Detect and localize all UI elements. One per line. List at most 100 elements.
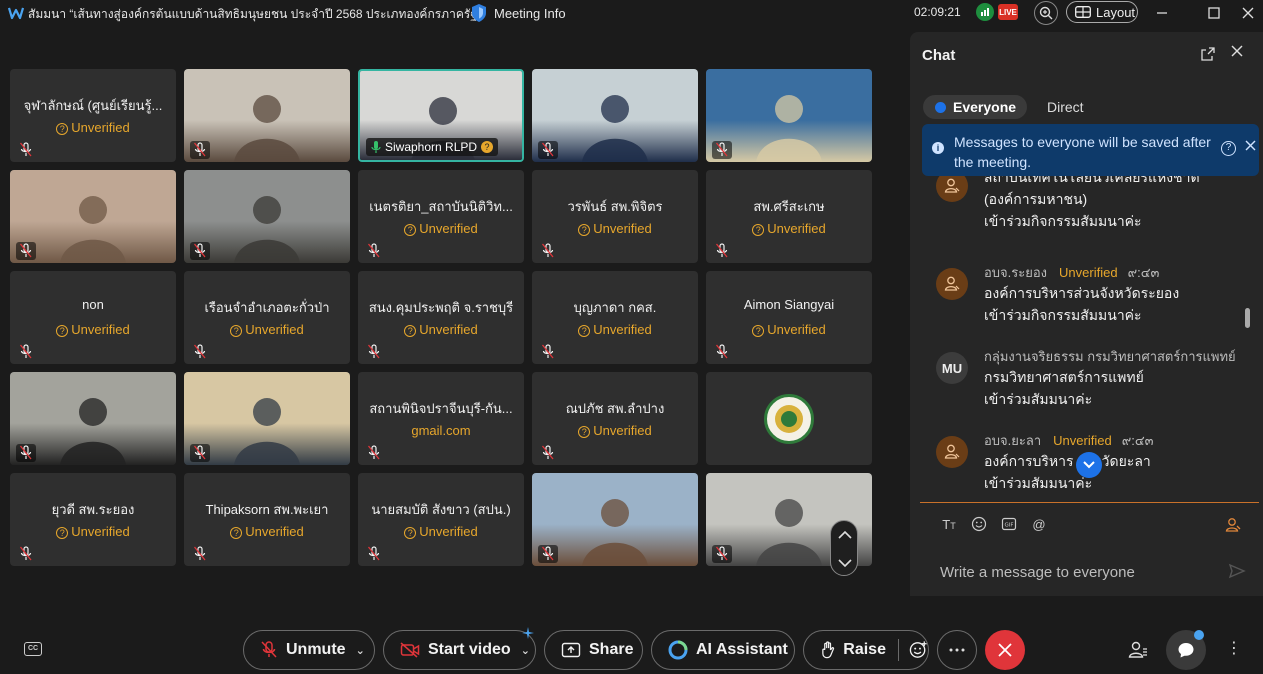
participant-tile[interactable] [184,170,350,263]
participant-name-pill: Siwaphorn RLPD? [366,138,499,156]
close-window-icon[interactable] [1238,3,1258,23]
emoji-icon[interactable] [970,516,988,534]
participant-tile[interactable] [532,473,698,566]
participant-tile[interactable]: Thipaksorn สพ.พะเยา ? Unverified [184,473,350,566]
participant-tile[interactable]: บุญภาดา กคส. ? Unverified [532,271,698,364]
participant-tile[interactable] [706,372,872,465]
participant-tile[interactable]: Siwaphorn RLPD? [358,69,524,162]
participant-tile[interactable] [184,69,350,162]
participant-name: สนง.คุมประพฤติ จ.ราชบุรี [368,300,514,315]
unverified-icon: ? [56,325,69,337]
participant-tile[interactable] [184,372,350,465]
minimize-icon[interactable] [1152,3,1172,23]
participant-tile[interactable]: จุฬาลักษณ์ (ศูนย์เรียนรู้... ? Unverified [10,69,176,162]
reactions-icon[interactable] [909,640,928,660]
pop-out-icon[interactable] [1200,46,1216,62]
sender-avatar[interactable]: MU [936,352,968,384]
chat-title: Chat [922,47,956,64]
unverified-label: ? Unverified [10,322,176,337]
participant-tile[interactable] [706,69,872,162]
webex-logo-icon [8,7,24,20]
participant-name: non [82,297,104,312]
chat-toggle-button[interactable] [1166,630,1206,670]
assign-person-icon[interactable] [1224,516,1242,534]
leave-meeting-button[interactable] [985,630,1025,670]
participant-tile[interactable]: สพ.ศรีสะเกษ ? Unverified [706,170,872,263]
close-chat-icon[interactable] [1228,44,1246,62]
participant-tile[interactable] [10,372,176,465]
dismiss-notice-icon[interactable] [1245,138,1256,156]
title-bar: สัมมนา “เส้นทางสู่องค์กรต้นแบบด้านสิทธิม… [0,0,1263,26]
message-text: (องค์การมหาชน) [984,191,1088,207]
tab-everyone[interactable]: Everyone [923,95,1027,119]
more-vertical-icon[interactable]: ⋮ [1226,638,1242,658]
participant-tile[interactable]: ณปภัช สพ.ลำปาง ? Unverified [532,372,698,465]
tab-direct[interactable]: Direct [1047,99,1084,115]
ellipsis-icon [949,648,965,652]
jump-to-latest-button[interactable] [1076,452,1102,478]
participant-name: ณปภัช สพ.ลำปาง [565,401,665,416]
unverified-label: Unverified [1059,265,1118,280]
start-video-button[interactable]: Start video ⌄ [383,627,536,670]
participant-tile[interactable]: Aimon Siangyai ? Unverified [706,271,872,364]
zoom-icon[interactable] [1034,1,1058,25]
muted-mic-icon [261,641,277,658]
muted-mic-icon [364,545,384,563]
meeting-info-button[interactable]: Meeting Info [470,3,566,23]
unverified-label: ? Unverified [532,423,698,438]
sender-avatar[interactable] [936,176,968,202]
chevron-down-icon[interactable]: ⌄ [356,644,365,657]
participant-tile[interactable]: เรือนจำอำเภอตะกั่วป่า ? Unverified [184,271,350,364]
sender-avatar[interactable] [936,268,968,300]
maximize-icon[interactable] [1204,3,1224,23]
muted-mic-icon [190,343,210,361]
participant-tile[interactable]: เนตรติยา_สถาบันนิติวิท... ? Unverified [358,170,524,263]
message-time: ๙:๔๓ [1127,265,1160,280]
grid-page-scroller[interactable] [830,520,858,576]
send-icon[interactable] [1228,562,1246,580]
chevron-up-icon [838,530,852,539]
participant-tile[interactable] [532,69,698,162]
share-button[interactable]: Share [544,630,643,670]
raise-hand-button[interactable]: Raise [803,630,929,670]
participant-tile[interactable]: สถานพินิจปราจีนบุรี-กัน... gmail.com [358,372,524,465]
message-input[interactable]: Write a message to everyone [940,564,1135,581]
message-header: อบจ.ยะลา Unverified ๙:๔๓ [984,430,1154,451]
muted-mic-icon [538,141,558,159]
share-screen-icon [561,642,581,658]
sender-name: กลุ่มงานจริยธรรม กรมวิทยาศาสตร์การแพทย์ [984,349,1236,364]
help-icon[interactable]: ? [1221,141,1236,156]
mention-icon[interactable]: @ [1030,516,1048,534]
raise-label: Raise [843,641,886,658]
participant-tile[interactable]: นายสมบัติ สังขาว (สปน.) ? Unverified [358,473,524,566]
participant-tile[interactable] [10,170,176,263]
participant-tile[interactable]: สนง.คุมประพฤติ จ.ราชบุรี ? Unverified [358,271,524,364]
unmute-button[interactable]: Unmute ⌄ [243,630,375,670]
unverified-icon: ? [578,224,591,236]
muted-mic-icon [712,545,732,563]
muted-mic-icon [190,141,210,159]
network-signal-icon[interactable] [976,3,994,21]
chevron-down-icon[interactable]: ⌄ [521,644,530,657]
sender-avatar[interactable] [936,436,968,468]
participant-tile[interactable]: non ? Unverified [10,271,176,364]
participant-tile[interactable]: วรพันธ์ สพ.พิจิตร ? Unverified [532,170,698,263]
text-format-icon[interactable]: TT [940,516,958,534]
participant-tile[interactable]: ยุวดี สพ.ระยอง ? Unverified [10,473,176,566]
shield-icon [472,4,486,22]
tab-everyone-label: Everyone [953,99,1017,115]
meeting-title: สัมมนา “เส้นทางสู่องค์กรต้นแบบด้านสิทธิม… [28,7,481,21]
layout-button[interactable]: Layout [1066,1,1138,23]
participant-name: วรพันธ์ สพ.พิจิตร [567,199,663,214]
participants-icon[interactable] [1128,640,1148,660]
layout-grid-icon [1075,6,1091,18]
more-options-button[interactable] [937,630,977,670]
chat-scrollbar[interactable] [1245,308,1250,328]
video-off-icon [400,642,420,658]
muted-mic-icon [538,545,558,563]
sparkle-icon [522,627,534,639]
gif-icon[interactable]: GIF [1000,516,1018,534]
unverified-icon: ? [56,527,69,539]
ai-assistant-button[interactable]: AI Assistant [651,630,795,670]
closed-captions-icon[interactable]: CC [24,642,42,656]
